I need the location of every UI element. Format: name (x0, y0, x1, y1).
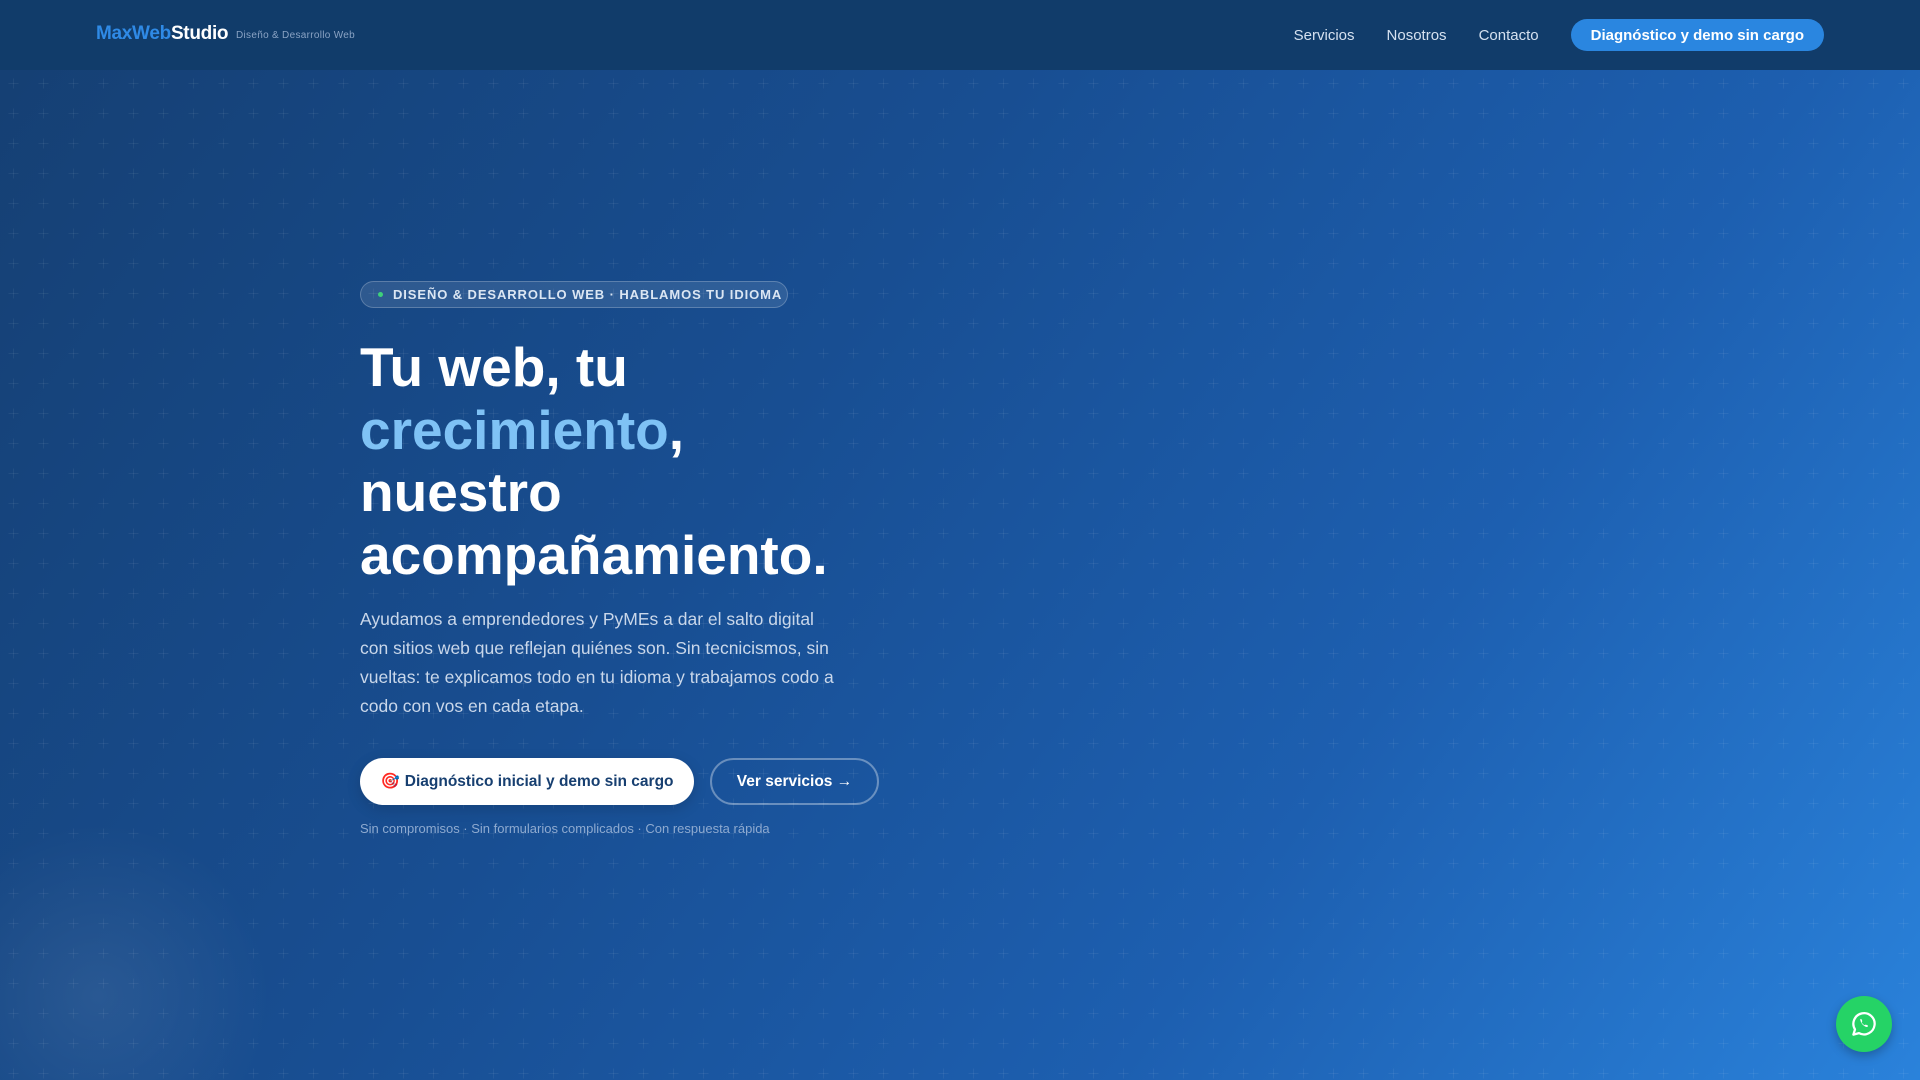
background-glow (0, 800, 280, 1080)
logo-part-2: Studio (170, 23, 229, 44)
nav-nosotros[interactable]: Nosotros (1387, 27, 1447, 44)
main-nav: Servicios Nosotros Contacto Diagnóstico … (1294, 19, 1824, 51)
status-dot-icon (378, 292, 383, 297)
header-cta-button[interactable]: Diagnóstico y demo sin cargo (1570, 19, 1824, 51)
logo[interactable]: MaxWebStudio (96, 23, 229, 45)
logo-tagline: Diseño & Desarrollo Web (236, 30, 355, 41)
hero-title: Tu web, tu crecimiento, nuestro acompañami… (360, 336, 920, 586)
title-part-1: Tu web, tu (360, 336, 628, 398)
title-highlight: crecimiento (360, 398, 669, 461)
title-comma: , (668, 398, 685, 461)
site-header: MaxWebStudio Diseño & Desarrollo Web Ser… (0, 0, 1920, 70)
background-pattern (0, 70, 1920, 1080)
logo-part-1: MaxWeb (96, 23, 171, 44)
nav-contacto[interactable]: Contacto (1479, 27, 1539, 44)
hero-lead: Ayudamos a emprendedores y PyMEs a dar e… (360, 609, 834, 716)
primary-cta-label: Diagnóstico inicial y demo sin cargo (404, 772, 674, 790)
primary-cta-button[interactable]: 🎯 Diagnóstico inicial y demo sin cargo (360, 758, 694, 805)
badge-text: DISEÑO & DESARROLLO WEB · HABLAMOS TU ID… (393, 287, 783, 302)
whatsapp-button[interactable] (1836, 996, 1892, 1052)
hero-note: Sin compromisos · Sin formularios compli… (360, 821, 770, 836)
whatsapp-icon (1852, 1012, 1876, 1036)
nav-servicios[interactable]: Servicios (1294, 27, 1355, 44)
hero-badge: DISEÑO & DESARROLLO WEB · HABLAMOS TU ID… (360, 281, 788, 308)
title-part-3: nuestro acompañamiento. (360, 461, 828, 586)
services-button[interactable]: Ver servicios → (710, 758, 879, 805)
target-icon: 🎯 (380, 773, 400, 790)
